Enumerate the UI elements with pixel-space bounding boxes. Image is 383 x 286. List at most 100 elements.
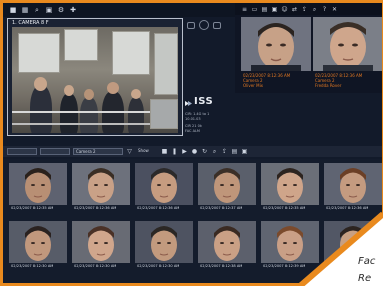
face-thumbnail-caption: 02/23/2007 8:12:35 AM bbox=[11, 206, 54, 210]
zoom-icon[interactable]: ⌕ bbox=[33, 6, 41, 14]
match-face-1[interactable] bbox=[241, 17, 311, 71]
face-thumbnail-image bbox=[9, 163, 67, 205]
face-thumbnail-image bbox=[198, 221, 256, 263]
person bbox=[80, 97, 98, 133]
pan-left-button[interactable] bbox=[187, 22, 195, 29]
print-icon[interactable]: ▤ bbox=[261, 6, 268, 13]
face-thumbnail-image bbox=[198, 163, 256, 205]
filter-bar: Camera 2 ▽ Show ■ ❚ ▶ ● ↻ ⌕ ⇪ ▤ ▣ bbox=[3, 146, 382, 157]
face-thumbnail-caption: 02/23/2007 8:12:36 AM bbox=[137, 206, 180, 210]
iss-logo-icon bbox=[185, 101, 192, 106]
match-1-caption: 02/23/2007 8:12:36 AM Camera 2 Oliver Mi… bbox=[243, 73, 290, 88]
face-thumbnail[interactable]: 02/23/2007 8:12:35 AM bbox=[261, 163, 319, 215]
face-thumbnail-caption: 02/23/2007 8:12:30 AM bbox=[11, 264, 54, 268]
main-toolbar: ■ ▦ ⌕ ▣ ⚙ ✚ bbox=[3, 3, 235, 17]
window-pane bbox=[112, 31, 150, 75]
print-icon[interactable]: ▤ bbox=[231, 148, 238, 155]
face-thumbnail[interactable]: 02/23/2007 8:12:36 AM bbox=[72, 163, 130, 215]
date-from-field[interactable] bbox=[7, 148, 37, 155]
close-icon[interactable]: ✕ bbox=[331, 6, 338, 13]
face-thumbnail[interactable]: 02/23/2007 8:12:30 AM bbox=[9, 221, 67, 273]
settings-icon[interactable]: ⚙ bbox=[57, 6, 65, 14]
face-thumbnail[interactable]: 02/23/2007 8:12:35 AM bbox=[9, 163, 67, 215]
face-thumbnail[interactable]: 02/23/2007 8:12:30 AM bbox=[72, 221, 130, 273]
app-window: ■ ▦ ⌕ ▣ ⚙ ✚ 1. CAMERA 8 F ISS CIR: 1.4G … bbox=[3, 3, 382, 283]
iss-logo-text: ISS bbox=[194, 96, 214, 107]
match-toolbar: ≡ ▭ ▤ ▣ ☺ ⇄ ⇪ ⌕ ? ✕ bbox=[235, 3, 382, 15]
face-thumbnail[interactable]: 02/23/2007 8:12:36 AM bbox=[324, 163, 382, 215]
main-video-panel[interactable]: 1. CAMERA 8 F bbox=[7, 18, 183, 136]
image-icon[interactable]: ▣ bbox=[271, 6, 278, 13]
ptz-control[interactable] bbox=[199, 20, 209, 30]
zoom-icon[interactable]: ⌕ bbox=[311, 6, 318, 13]
export-icon[interactable]: ⇪ bbox=[301, 6, 308, 13]
person bbox=[60, 93, 78, 133]
camera-icon[interactable]: ■ bbox=[9, 6, 17, 14]
pan-right-button[interactable] bbox=[213, 22, 221, 29]
show-label: Show bbox=[138, 148, 149, 153]
camera-info: CIR: 1.4G to 1 bbox=[185, 112, 210, 116]
window-pane bbox=[18, 33, 60, 73]
face-thumbnail-caption: 02/23/2007 8:12:39 AM bbox=[263, 264, 306, 268]
camera-side-controls: ISS CIR: 1.4G to 1 10.01.03 CIR 21 0k FA… bbox=[185, 18, 233, 136]
face-thumbnail-caption: 02/23/2007 8:12:37 AM bbox=[200, 206, 243, 210]
tools-icon[interactable]: ✚ bbox=[69, 6, 77, 14]
person bbox=[128, 97, 144, 133]
banner-text-line2: Re bbox=[358, 273, 372, 284]
face-thumbnail[interactable]: 02/23/2007 8:12:39 AM bbox=[261, 221, 319, 273]
face-thumbnail-image bbox=[72, 221, 130, 263]
camera-info: FAC ALM bbox=[185, 129, 200, 133]
window-pane bbox=[64, 29, 98, 61]
save-icon[interactable]: ▣ bbox=[241, 148, 248, 155]
face-thumbnail-caption: 02/23/2007 8:12:30 AM bbox=[137, 264, 180, 268]
face-thumbnail[interactable]: 02/23/2007 8:12:38 AM bbox=[198, 221, 256, 273]
face-thumbnail[interactable]: 02/23/2007 8:12:30 AM bbox=[135, 221, 193, 273]
face-thumbnail[interactable]: 02/23/2007 8:12:37 AM bbox=[198, 163, 256, 215]
face-thumbnail-caption: 02/23/2007 8:12:30 AM bbox=[74, 264, 117, 268]
pause-icon[interactable]: ❚ bbox=[171, 148, 178, 155]
grid-icon[interactable]: ▦ bbox=[21, 6, 29, 14]
face-thumbnail-image bbox=[324, 163, 382, 205]
person bbox=[30, 85, 52, 133]
face-thumbnail-image bbox=[135, 221, 193, 263]
face-thumbnail-grid: 02/23/2007 8:12:35 AM 02/23/2007 8:12:36 … bbox=[3, 159, 382, 283]
record-icon[interactable]: ● bbox=[191, 148, 198, 155]
help-icon[interactable]: ? bbox=[321, 6, 328, 13]
refresh-icon[interactable]: ↻ bbox=[201, 148, 208, 155]
person-head bbox=[107, 82, 119, 94]
compare-icon[interactable]: ⇄ bbox=[291, 6, 298, 13]
face-thumbnail-image bbox=[135, 163, 193, 205]
camera-info: 10.01.03 bbox=[185, 117, 201, 121]
search-icon[interactable]: ⌕ bbox=[211, 148, 218, 155]
door-pane bbox=[154, 33, 178, 95]
person-head bbox=[34, 77, 47, 91]
person-head bbox=[64, 85, 74, 96]
person-head bbox=[84, 89, 94, 100]
stop-icon[interactable]: ■ bbox=[161, 148, 168, 155]
user-icon[interactable]: ☺ bbox=[281, 6, 288, 13]
layout-icon[interactable]: ▣ bbox=[45, 6, 53, 14]
play-icon[interactable]: ▶ bbox=[181, 148, 188, 155]
date-to-field[interactable] bbox=[40, 148, 70, 155]
camera-feed bbox=[12, 27, 178, 133]
face-thumbnail-image bbox=[261, 163, 319, 205]
match-1-name: Oliver Mix bbox=[243, 83, 264, 88]
face-image bbox=[313, 17, 382, 71]
camera-info: CIR 21 0k bbox=[185, 124, 202, 128]
match-face-2[interactable] bbox=[313, 17, 382, 71]
face-thumbnail-image bbox=[9, 221, 67, 263]
face-thumbnail-caption: 02/23/2007 8:12:38 AM bbox=[200, 264, 243, 268]
face-thumbnail-caption: 02/23/2007 8:12:36 AM bbox=[326, 206, 369, 210]
match-2-caption: 02/23/2007 8:12:36 AM Camera 2 Fredda Ro… bbox=[315, 73, 362, 88]
folder-icon[interactable]: ▭ bbox=[251, 6, 258, 13]
face-thumbnail-image bbox=[72, 163, 130, 205]
filter-icon[interactable]: ▽ bbox=[126, 148, 133, 155]
face-thumbnail[interactable]: 02/23/2007 8:12:36 AM bbox=[135, 163, 193, 215]
export-icon[interactable]: ⇪ bbox=[221, 148, 228, 155]
camera-select[interactable]: Camera 2 bbox=[73, 148, 123, 155]
match-2-name: Fredda Rover bbox=[315, 83, 342, 88]
camera-title: 1. CAMERA 8 F bbox=[12, 20, 49, 26]
turnstile bbox=[150, 99, 178, 129]
person-head bbox=[131, 89, 141, 99]
list-icon[interactable]: ≡ bbox=[241, 6, 248, 13]
